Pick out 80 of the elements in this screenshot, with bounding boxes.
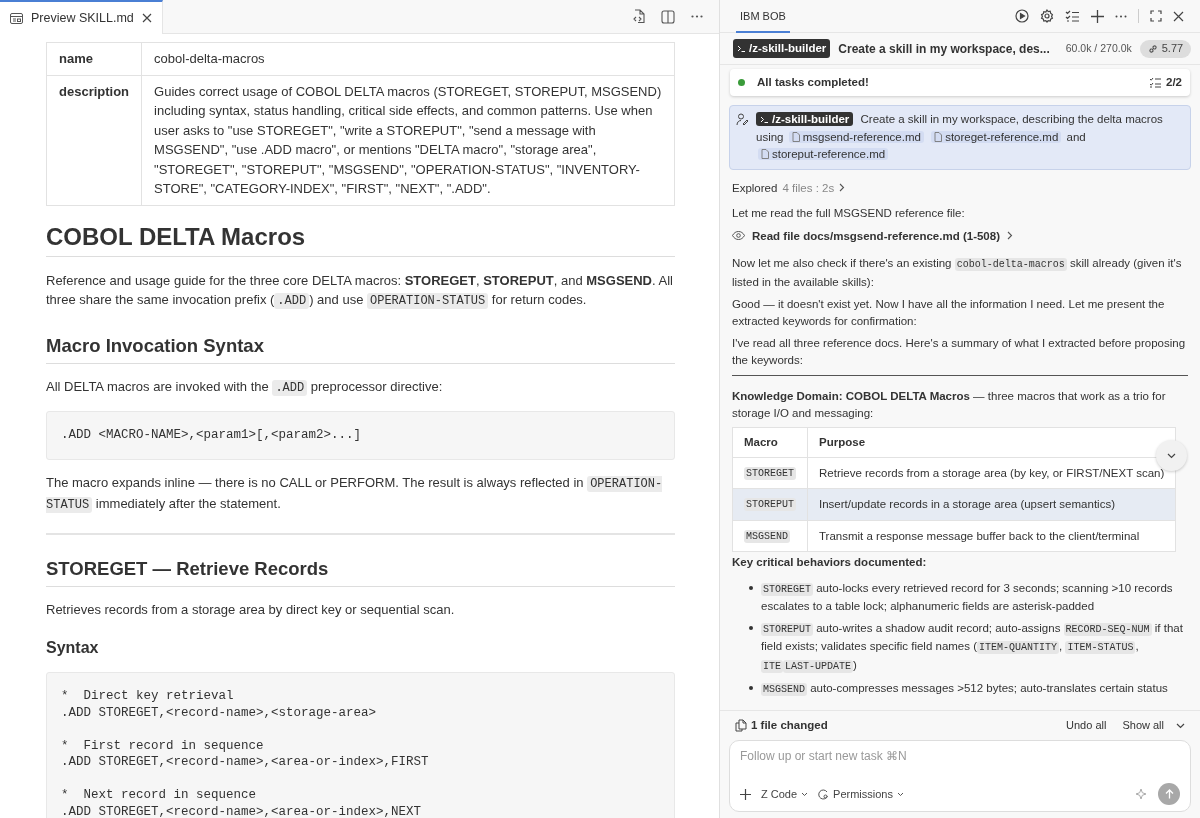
file-icon (934, 131, 943, 142)
file-chip[interactable]: storeget-reference.md (931, 130, 1062, 143)
table-cell: cobol-delta-macros (141, 42, 675, 75)
permissions-dropdown[interactable]: Permissions (818, 785, 904, 803)
heading: Key critical behaviors documented: (732, 555, 928, 570)
command-chip: /z-skill-builder (733, 38, 831, 59)
paragraph: The macro expands inline — there is no CALL or PERFORM. The result is always reflected in OPERATION-STATUS immediately after the statement. (46, 473, 664, 515)
paragraph: I've read all three reference docs. Here's a summary of what I extracted before proposing the keywords: (732, 336, 1187, 368)
paragraph: Knowledge Domain: COBOL DELTA Macros — three macros that work as a trio for storage I/O and messaging: (732, 389, 1167, 421)
close-icon[interactable] (141, 13, 152, 23)
heading: COBOL DELTA Macros (46, 221, 675, 257)
table-cell: name (46, 42, 142, 75)
code-block: * Direct key retrieval .ADD STOREGET,<record-name>,<storage-area> * First record in sequence .ADD STOREGET,<record-name>,<area-or-index>,FIRST * Next record in sequence .ADD STOREGET,<record-name>,<area-or-index>,NEXT (46, 672, 675, 818)
task-title: Create a skill in my workspace, des... (838, 40, 1050, 58)
checklist-icon[interactable] (1065, 9, 1080, 23)
plus-icon[interactable] (740, 788, 751, 800)
preview-icon (10, 12, 23, 24)
terminal-icon (760, 116, 769, 124)
panel-tab[interactable]: IBM BOB (736, 0, 790, 33)
table-cell: description (46, 75, 142, 205)
todo-status: All tasks completed! (757, 74, 869, 90)
paragraph: Reference and usage guide for the three core DELTA macros: STOREGET, STOREPUT, and MSGSEND. All three share the same invocation prefix ( .ADD ) and use OPERATION-STATUS for return codes. (46, 271, 674, 311)
plus-icon[interactable] (1091, 9, 1104, 23)
arrow-up-icon (1164, 789, 1174, 799)
table-cell: Insert/update records in a storage area (upsert semantics) (807, 488, 1176, 520)
play-icon[interactable] (1015, 9, 1029, 23)
file-icon (791, 131, 800, 142)
show-all-button[interactable]: Show all (1122, 717, 1164, 734)
message-text: /z-skill-builder Create a skill in my workspace, describing the delta macros using msgsend-reference.md storeget-reference.md and storeput-reference.md (756, 111, 1164, 162)
paragraph: All DELTA macros are invoked with the .ADD preprocessor directive: (46, 377, 444, 398)
mode-dropdown[interactable]: Z Code (761, 785, 809, 803)
table-cell: Transmit a response message buffer back to the client/terminal (807, 520, 1176, 552)
column-header: Macro (732, 427, 808, 457)
todo-count: 2/2 (1166, 74, 1182, 90)
chevron-down-icon[interactable] (1176, 722, 1185, 729)
paragraph: Let me read the full MSGSEND reference file: (732, 206, 966, 221)
explored-summary[interactable]: Explored (732, 179, 778, 196)
checklist-icon (1149, 77, 1162, 88)
tool-call[interactable]: Read file docs/msgsend-reference.md (1-508) (752, 227, 1000, 244)
file-icon (761, 149, 769, 159)
undo-all-button[interactable]: Undo all (1066, 717, 1107, 734)
heading: Syntax (46, 638, 100, 658)
chat-input[interactable]: Follow up or start new task ⌘N Z Code Permissions (729, 740, 1191, 812)
copy-icon (735, 719, 747, 732)
caret-icon (897, 791, 904, 797)
token-count: 60.0k / 270.0k (1065, 40, 1132, 56)
permissions-icon (818, 788, 830, 800)
table-cell: STOREGET (732, 457, 808, 489)
eye-icon (732, 231, 745, 241)
close-icon[interactable] (1173, 10, 1184, 22)
more-icon[interactable] (691, 15, 703, 18)
column-header: Purpose (807, 427, 1176, 457)
fullscreen-icon[interactable] (1150, 10, 1162, 22)
chevron-right-icon[interactable] (839, 183, 846, 193)
command-chip: /z-skill-builder (756, 112, 854, 126)
split-editor-icon[interactable] (661, 9, 675, 24)
paragraph: Now let me also check if there's an existing cobol-delta-macros skill already (given it's listed in the available skills): (732, 256, 1183, 290)
file-chip[interactable]: msgsend-reference.md (788, 130, 924, 143)
more-icon[interactable] (1115, 14, 1127, 18)
caret-icon (801, 791, 809, 797)
table-cell: MSGSEND (732, 520, 808, 552)
code-block: .ADD <MACRO-NAME>,<param1>[,<param2>...] (46, 411, 675, 460)
terminal-icon (737, 44, 746, 52)
user-edit-icon (736, 113, 750, 126)
paragraph: Retrieves records from a storage area by direct key or sequential scan. (46, 600, 456, 619)
table-cell: Guides correct usage of COBOL DELTA macros (STOREGET, STOREPUT, MSGSEND) including syntax, status handling, critical side effects, and common patterns. Use when user asks to "use STOREGET", "write a STOREPUT", "send a message with MSGSEND", "use .ADD macro", or mentions "DELTA macro", "storage area", "STOREGET", "STOREPUT", "MSGSEND", "OPERATION-STATUS", "INVENTORY-STORE", "CATEGORY-INDEX", "FIRST", "NEXT", ".ADD". (141, 75, 675, 205)
table-cell: STOREPUT (732, 488, 808, 520)
heading: STOREGET — Retrieve Records (46, 556, 675, 587)
editor-tab[interactable]: Preview SKILL.md (0, 0, 163, 34)
source-file-icon[interactable] (632, 9, 645, 24)
changes-summary: 1 file changed (751, 717, 828, 733)
settings-icon[interactable] (1040, 9, 1054, 23)
chevron-right-icon[interactable] (1007, 231, 1013, 241)
heading: Macro Invocation Syntax (46, 333, 675, 364)
file-chip[interactable]: storeput-reference.md (758, 148, 889, 160)
explored-detail: 4 files : 2s (782, 180, 835, 196)
list-item-text: MSGSEND auto-compresses messages >512 bytes; auto-translates certain status (761, 681, 1168, 698)
paragraph: Good — it doesn't exist yet. Now I have all the information I need. Let me present the extracted keywords for confirmation: (732, 297, 1166, 329)
cost-badge: 5.77 (1139, 39, 1192, 58)
chevron-down-icon (1167, 452, 1176, 459)
